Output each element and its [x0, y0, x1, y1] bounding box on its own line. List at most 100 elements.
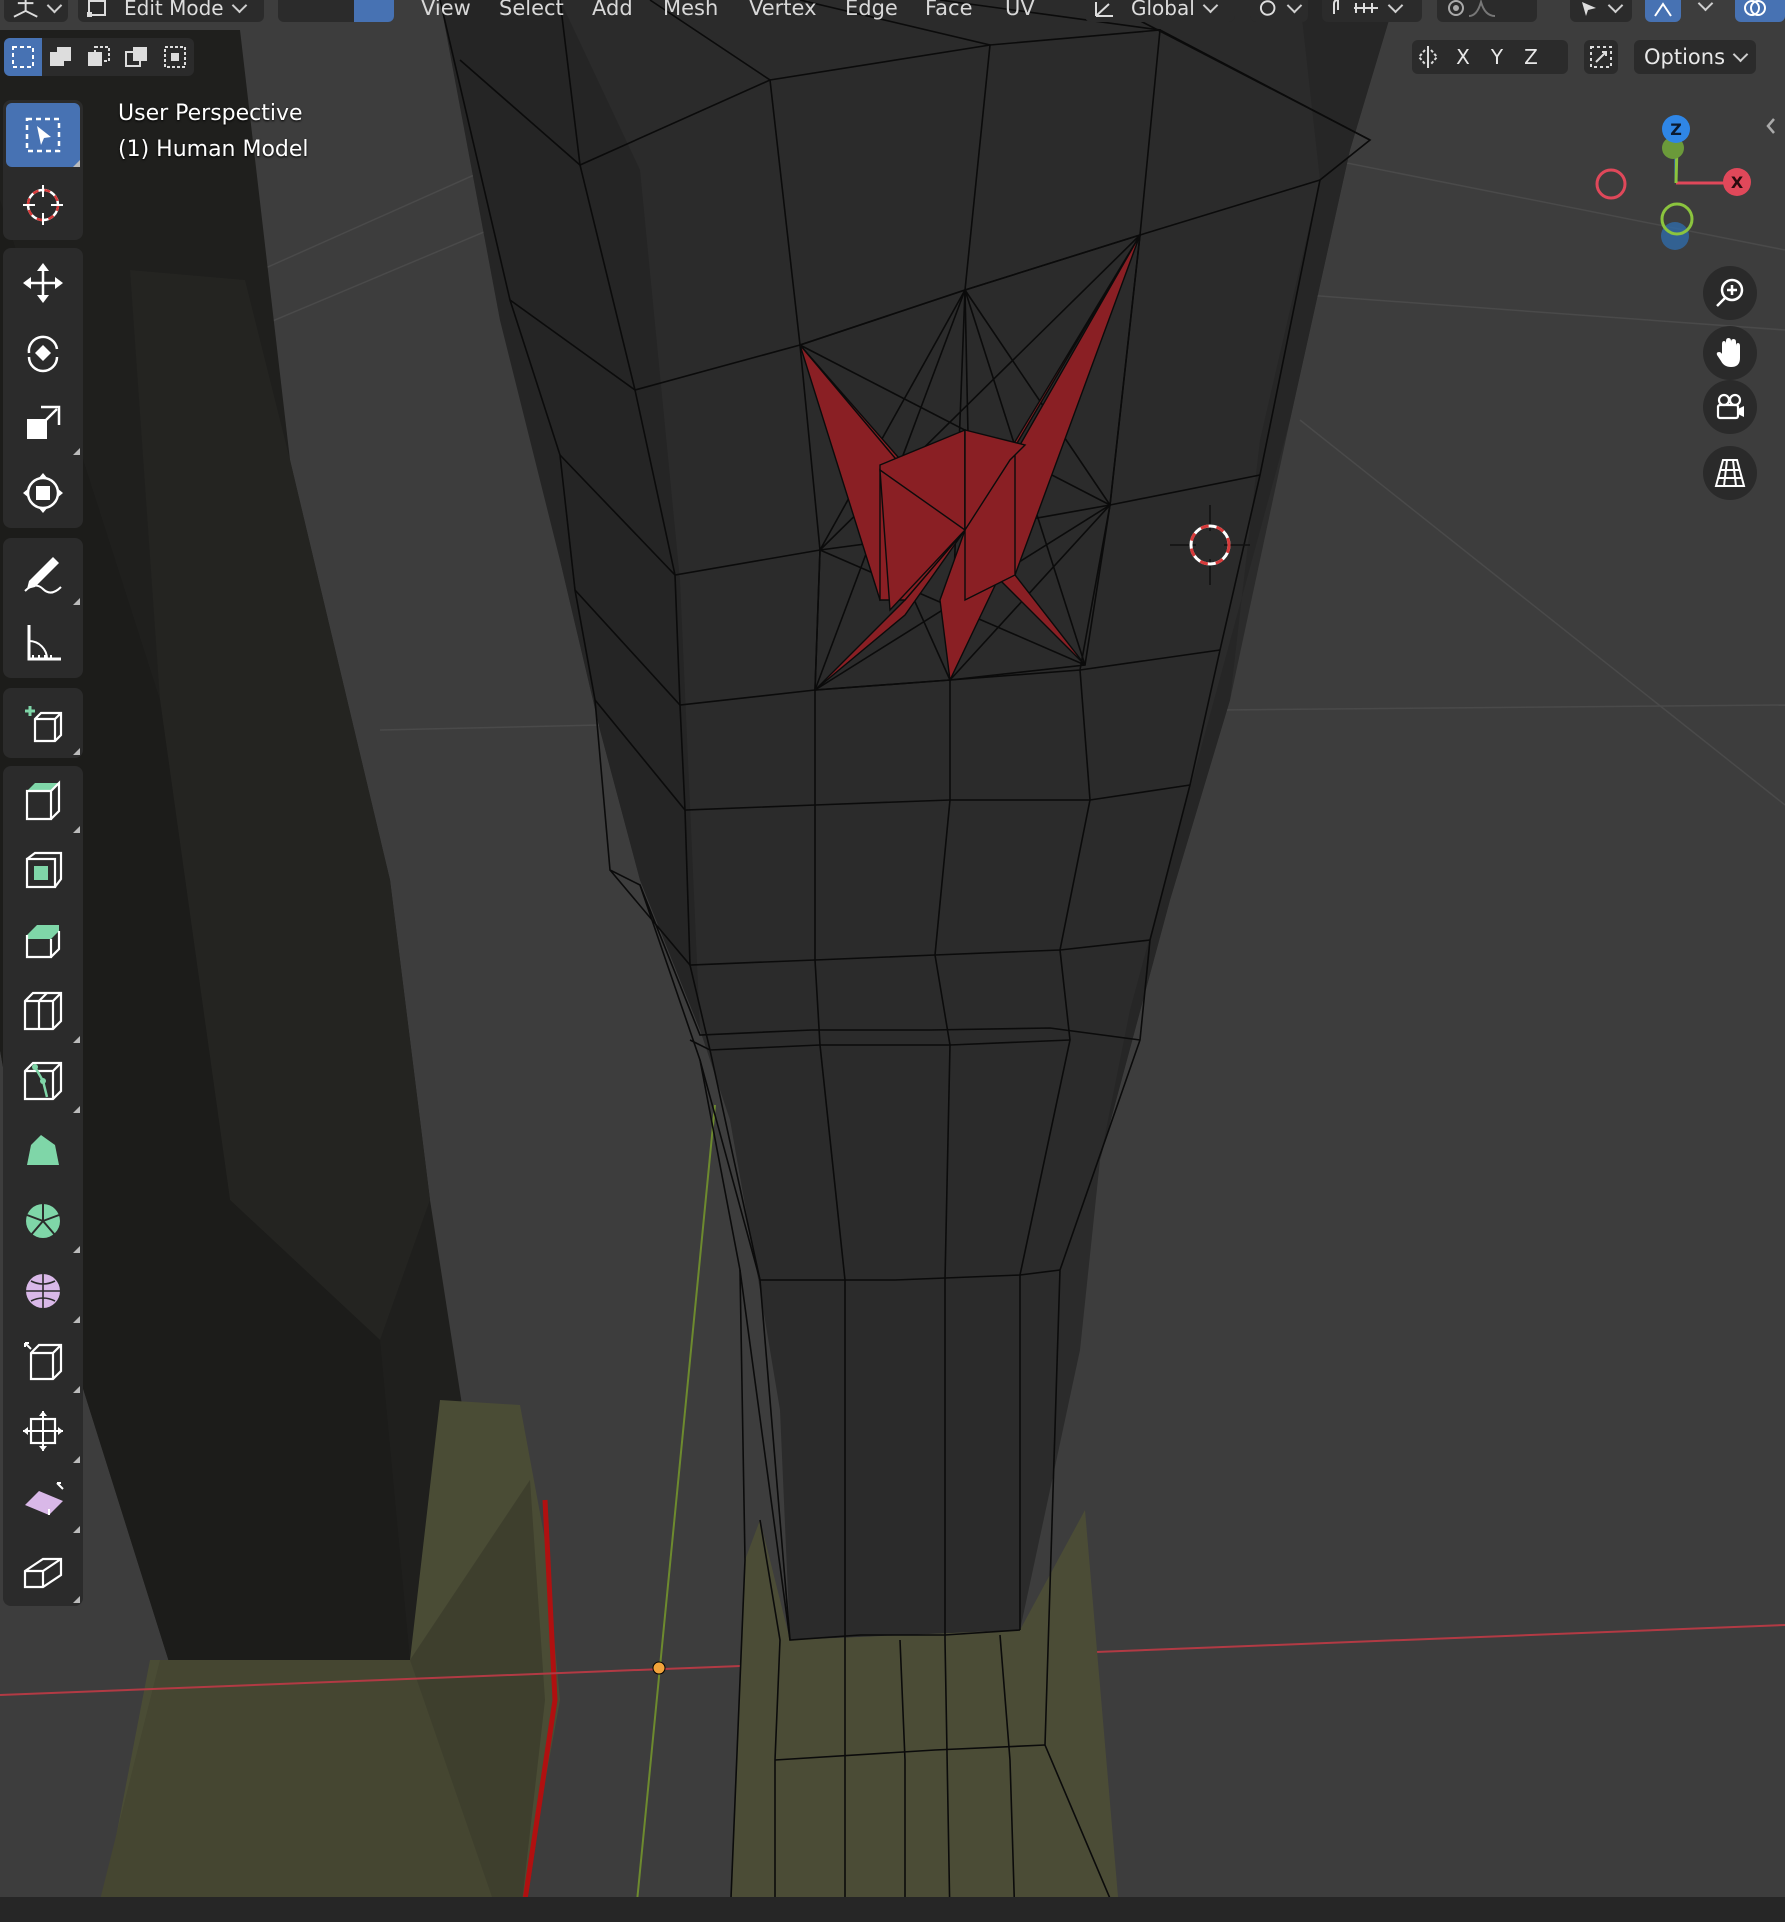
select-subtract-icon [88, 46, 110, 66]
vertex-select-icon[interactable] [278, 0, 316, 22]
options-dropdown[interactable]: Options [1634, 40, 1756, 74]
mirror-icon[interactable] [1412, 40, 1446, 74]
mode-label: Edit Mode [124, 0, 224, 20]
viewport-scene[interactable] [0, 0, 1785, 1922]
snap-icon [1333, 0, 1339, 14]
overlays-icon [1744, 0, 1766, 16]
gizmo-icon [1654, 2, 1672, 17]
edit-mode-icon [87, 0, 106, 17]
auto-merge-icon[interactable] [1584, 40, 1618, 74]
mirror-z-toggle[interactable]: Z [1514, 40, 1548, 74]
smooth-tool[interactable] [3, 1256, 83, 1326]
auto-merge-bar [1584, 40, 1618, 74]
spin-tool[interactable] [3, 1186, 83, 1256]
select-intersect-button[interactable] [156, 38, 194, 76]
3d-viewport-icon [13, 0, 38, 18]
pivot-point-dropdown[interactable] [1250, 0, 1308, 22]
tool-group-annotate [3, 538, 83, 678]
shear-tool[interactable] [3, 1466, 83, 1536]
poly-build-icon [27, 1135, 59, 1165]
tool-group-mesh [3, 766, 83, 1606]
rotate-tool[interactable] [3, 318, 83, 388]
left-leg-mesh [0, 30, 560, 1920]
transform-orientation-dropdown[interactable]: Global [1085, 0, 1235, 22]
cursor-tool[interactable] [3, 170, 83, 240]
proportional-edit-icon [1448, 0, 1464, 16]
poly-build-tool[interactable] [3, 1116, 83, 1186]
grid-perspective-icon [1714, 459, 1746, 487]
rip-region-tool[interactable] [3, 1536, 83, 1606]
shrink-fatten-tool[interactable] [3, 1396, 83, 1466]
perspective-label: User Perspective [118, 101, 303, 126]
knife-tool[interactable] [3, 1046, 83, 1116]
overlays-toggle[interactable] [1735, 0, 1785, 22]
proportional-edit-group[interactable] [1437, 0, 1537, 22]
select-subtract-button[interactable] [80, 38, 118, 76]
menu-face[interactable]: Face [925, 0, 973, 22]
visibility-dropdown[interactable] [1570, 0, 1632, 22]
menu-vertex[interactable]: Vertex [749, 0, 817, 22]
select-invert-button[interactable] [118, 38, 156, 76]
select-box-tool[interactable] [3, 100, 83, 170]
menu-uv[interactable]: UV [1005, 0, 1035, 22]
gizmo-z-label: Z [1670, 120, 1682, 139]
menu-add[interactable]: Add [592, 0, 633, 22]
edge-select-icon[interactable] [316, 0, 354, 22]
face-select-icon[interactable] [354, 0, 394, 22]
menu-mesh[interactable]: Mesh [663, 0, 718, 22]
edge-slide-tool[interactable] [3, 1326, 83, 1396]
chevron-down-icon [1202, 0, 1219, 13]
status-bar-edge [0, 1897, 1785, 1922]
loop-cut-icon [23, 991, 63, 1031]
mode-dropdown[interactable]: Edit Mode [78, 0, 264, 22]
menu-view[interactable]: View [421, 0, 471, 22]
shear-icon [25, 1482, 64, 1515]
inset-faces-tool[interactable] [3, 836, 83, 906]
perspective-toggle-button[interactable] [1703, 446, 1757, 500]
add-cube-icon [25, 706, 63, 743]
extrude-region-tool[interactable] [3, 766, 83, 836]
mirror-axis-bar: X Y Z [1412, 40, 1568, 74]
annotate-tool[interactable] [3, 538, 83, 608]
chevron-down-icon[interactable] [1697, 0, 1714, 12]
gizmo-neg-x [1595, 168, 1627, 200]
y-axis-line [634, 1104, 716, 1922]
pan-button[interactable] [1703, 326, 1757, 380]
add-cube-tool[interactable] [3, 688, 83, 758]
camera-view-button[interactable] [1703, 380, 1757, 434]
navigation-gizmo[interactable]: Z X [1580, 110, 1780, 260]
mirror-x-toggle[interactable]: X [1446, 40, 1480, 74]
snapping-group[interactable] [1322, 0, 1422, 22]
select-extend-button[interactable] [42, 38, 80, 76]
options-label: Options [1643, 45, 1726, 69]
loop-cut-tool[interactable] [3, 976, 83, 1046]
select-new-icon [12, 46, 34, 68]
zoom-button[interactable] [1703, 266, 1757, 320]
bevel-tool[interactable] [3, 906, 83, 976]
chevron-down-icon [231, 0, 247, 13]
gizmo-toggle[interactable] [1645, 0, 1681, 22]
menu-select[interactable]: Select [499, 0, 564, 22]
active-object-label: (1) Human Model [118, 137, 309, 162]
select-new-button[interactable] [4, 38, 42, 76]
chevron-down-icon [1607, 0, 1624, 13]
mirror-y-toggle[interactable]: Y [1480, 40, 1514, 74]
orientation-icon [1095, 2, 1113, 17]
zoom-icon [1716, 278, 1744, 307]
select-mode-header[interactable] [278, 0, 394, 22]
select-box-icon [25, 117, 61, 153]
measure-tool[interactable] [3, 608, 83, 678]
menu-edge[interactable]: Edge [845, 0, 898, 22]
inset-icon [25, 851, 63, 889]
measure-icon [27, 625, 61, 661]
extrude-icon [25, 780, 61, 821]
editor-type-selector[interactable] [4, 0, 68, 22]
chevron-down-icon [1286, 0, 1303, 13]
spin-icon [26, 1204, 60, 1238]
move-tool[interactable] [3, 248, 83, 318]
transform-tool[interactable] [3, 458, 83, 528]
snap-increment-icon [1354, 3, 1378, 13]
falloff-icon [1468, 0, 1496, 17]
scale-tool[interactable] [3, 388, 83, 458]
bevel-icon [25, 925, 61, 959]
